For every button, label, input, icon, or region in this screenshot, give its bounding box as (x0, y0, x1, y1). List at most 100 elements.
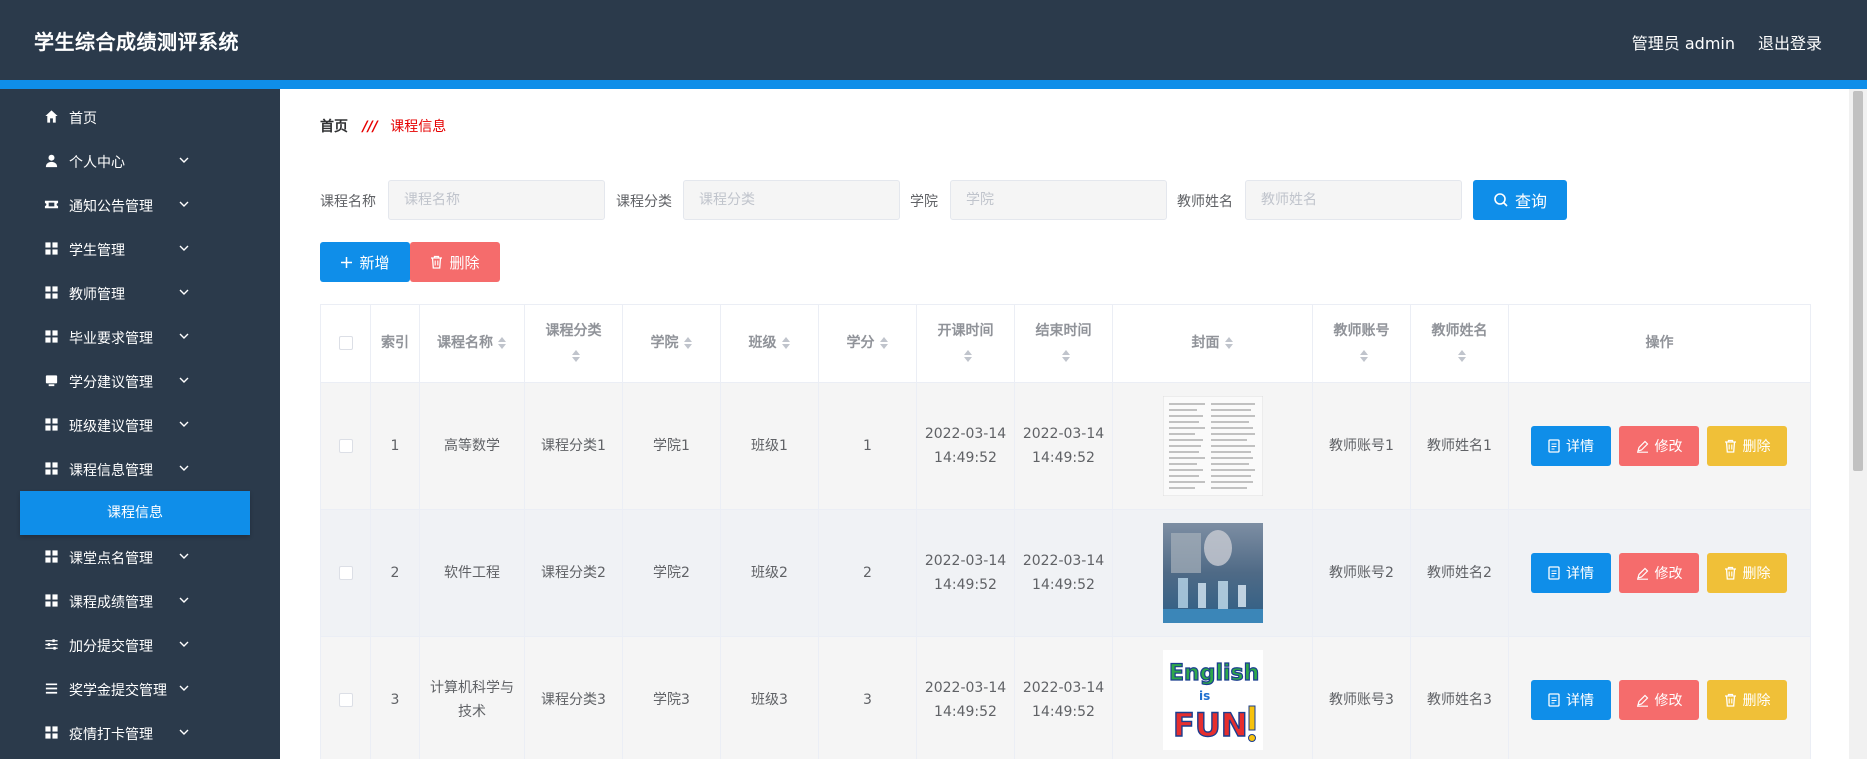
column-header[interactable]: 结束时间 (1014, 304, 1113, 383)
document-icon (1548, 439, 1560, 453)
detail-button[interactable]: 详情 (1531, 680, 1611, 720)
end-time-cell: 2022-03-14 14:49:52 (1014, 509, 1113, 637)
college-cell: 学院1 (622, 382, 721, 510)
sidebar-subitem-course-info[interactable]: 课程信息 (20, 491, 250, 535)
svg-text:FUN: FUN (1173, 706, 1248, 744)
user-icon (45, 154, 58, 168)
category-cell: 课程分类3 (524, 636, 623, 759)
column-header[interactable]: 班级 (720, 304, 819, 383)
current-user-label: 管理员 admin (1631, 34, 1735, 53)
chevron-down-icon (179, 157, 189, 163)
document-icon (1548, 566, 1560, 580)
sidebar-item-course-grades[interactable]: 课程成绩管理 (0, 579, 280, 623)
vertical-scrollbar[interactable] (1849, 89, 1867, 759)
chevron-down-icon (179, 377, 189, 383)
detail-button[interactable]: 详情 (1531, 426, 1611, 466)
sort-icon[interactable] (497, 336, 507, 350)
sidebar-item-teachers[interactable]: 教师管理 (0, 271, 280, 315)
chevron-down-icon (179, 201, 189, 207)
column-header[interactable]: 教师姓名 (1410, 304, 1509, 383)
sidebar-item-epidemic-checkin[interactable]: 疫情打卡管理 (0, 711, 280, 755)
header-accent-bar (0, 80, 1867, 89)
delete-button[interactable]: 删除 (1707, 426, 1787, 466)
sort-icon[interactable] (571, 349, 581, 363)
select-all-checkbox[interactable] (338, 336, 353, 350)
pencil-icon (1636, 694, 1648, 707)
column-header: 操作 (1508, 304, 1811, 383)
sidebar-item-label: 疫情打卡管理 (69, 727, 153, 743)
detail-button[interactable]: 详情 (1531, 553, 1611, 593)
grid-icon (45, 330, 58, 343)
end-time-cell: 2022-03-14 14:49:52 (1014, 382, 1113, 510)
course-table: 索引 课程名称 课程分类 学院 班级 学分 开课时间 结束时间 封面 教师账号 … (320, 304, 1811, 759)
column-header[interactable]: 封面 (1112, 304, 1313, 383)
column-header[interactable]: 课程分类 (524, 304, 623, 383)
sort-icon[interactable] (879, 336, 889, 350)
svg-text:English: English (1169, 661, 1259, 686)
scrollbar-thumb[interactable] (1853, 91, 1863, 471)
sort-icon[interactable] (1224, 336, 1234, 350)
delete-button[interactable]: 删除 (1707, 680, 1787, 720)
sidebar-item-personal-center[interactable]: 个人中心 (0, 139, 280, 183)
row-checkbox[interactable] (338, 439, 353, 453)
sidebar-item-bonus-submission[interactable]: 加分提交管理 (0, 623, 280, 667)
grid-icon (45, 550, 58, 563)
course-name-input[interactable] (388, 180, 605, 220)
sidebar-item-class-suggestion[interactable]: 班级建议管理 (0, 403, 280, 447)
sliders-icon (45, 639, 58, 650)
sidebar-item-credit-suggestion[interactable]: 学分建议管理 (0, 359, 280, 403)
college-cell: 学院2 (622, 509, 721, 637)
college-input[interactable] (950, 180, 1167, 220)
sort-icon[interactable] (1359, 349, 1369, 363)
course-category-input[interactable] (683, 180, 900, 220)
table-row: 2 软件工程 课程分类2 学院2 班级2 2 2022-03-14 14:49:… (320, 509, 1811, 637)
edit-button[interactable]: 修改 (1619, 553, 1699, 593)
sidebar-item-course-info-mgmt[interactable]: 课程信息管理 (0, 447, 280, 491)
row-checkbox[interactable] (338, 566, 353, 580)
sidebar-item-students[interactable]: 学生管理 (0, 227, 280, 271)
row-select-cell (320, 636, 371, 759)
row-checkbox[interactable] (338, 693, 353, 707)
sort-icon[interactable] (1061, 349, 1071, 363)
table-row: 3 计算机科学与技术 课程分类3 学院3 班级3 3 2022-03-14 14… (320, 636, 1811, 759)
breadcrumb-home[interactable]: 首页 (320, 119, 348, 135)
cover-cell (1112, 382, 1313, 510)
column-header[interactable]: 学院 (622, 304, 721, 383)
add-button[interactable]: 新增 (320, 242, 410, 282)
delete-button-label: 删除 (1742, 566, 1771, 582)
course-name-cell: 软件工程 (419, 509, 525, 637)
query-button[interactable]: 查询 (1473, 180, 1567, 220)
sidebar-item-roll-call[interactable]: 课堂点名管理 (0, 535, 280, 579)
column-header[interactable]: 学分 (818, 304, 917, 383)
course-category-label: 课程分类 (616, 194, 672, 210)
column-header[interactable]: 教师账号 (1312, 304, 1411, 383)
index-cell: 1 (370, 382, 420, 510)
sidebar-item-label: 课堂点名管理 (69, 551, 153, 567)
teacher-account-cell: 教师账号3 (1312, 636, 1411, 759)
edit-button[interactable]: 修改 (1619, 426, 1699, 466)
trash-icon (1724, 439, 1736, 453)
sidebar-item-label: 学分建议管理 (69, 375, 153, 391)
sidebar-item-scholarship[interactable]: 奖学金提交管理 (0, 667, 280, 711)
sidebar-item-graduation[interactable]: 毕业要求管理 (0, 315, 280, 359)
edit-button[interactable]: 修改 (1619, 680, 1699, 720)
batch-delete-button[interactable]: 删除 (410, 242, 500, 282)
sort-icon[interactable] (781, 336, 791, 350)
sidebar-item-label: 个人中心 (69, 155, 125, 171)
detail-button-label: 详情 (1566, 693, 1594, 709)
batch-delete-button-label: 删除 (449, 253, 480, 272)
chevron-down-icon (179, 597, 189, 603)
start-time-cell: 2022-03-14 14:49:52 (916, 509, 1015, 637)
sort-icon[interactable] (683, 336, 693, 350)
sidebar-item-home[interactable]: 首页 (0, 95, 280, 139)
sort-icon[interactable] (1457, 349, 1467, 363)
teacher-name-input[interactable] (1245, 180, 1462, 220)
sidebar-item-label: 毕业要求管理 (69, 331, 153, 347)
logout-link[interactable]: 退出登录 (1758, 30, 1822, 54)
sort-icon[interactable] (963, 349, 973, 363)
delete-button[interactable]: 删除 (1707, 553, 1787, 593)
sidebar-item-notice[interactable]: 通知公告管理 (0, 183, 280, 227)
column-header[interactable]: 课程名称 (419, 304, 525, 383)
sidebar: 首页 个人中心 通知公告管理 学生管理 教师管理 毕业要求管理 学分建议管理 班… (0, 89, 280, 759)
column-header[interactable]: 开课时间 (916, 304, 1015, 383)
